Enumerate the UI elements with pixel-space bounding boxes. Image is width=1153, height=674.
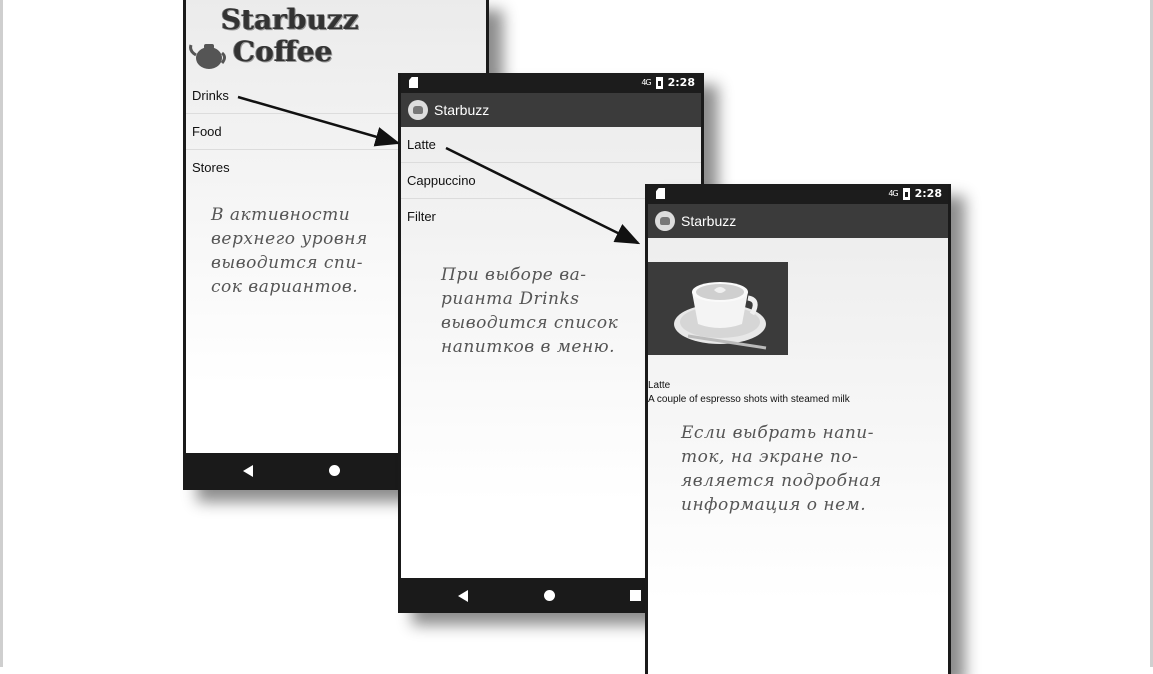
android-app-icon [408, 100, 428, 120]
home-icon[interactable] [329, 465, 340, 476]
recent-apps-icon[interactable] [630, 590, 641, 601]
app-title: Starbuzz [681, 213, 737, 229]
phone3-app-bar: Starbuzz [648, 204, 948, 238]
note-top-level: В активности верхнего уровня выводится с… [211, 205, 368, 297]
battery-icon [902, 187, 910, 200]
logo-text-starbuzz: Starbuzz [221, 3, 359, 36]
note-drink-categories: При выборе ва- рианта Drinks выводится с… [441, 265, 619, 357]
drink-description: A couple of espresso shots with steamed … [648, 394, 850, 405]
signal-icon: 4G [888, 188, 898, 198]
status-time: 2:28 [914, 187, 942, 200]
phone3-screen: 4G 2:28 Starbuzz Latte A couple of espre… [648, 184, 948, 674]
app-title: Starbuzz [434, 102, 490, 118]
back-icon[interactable] [243, 465, 253, 477]
phone-drink-detail: 4G 2:28 Starbuzz Latte A couple of espre… [645, 184, 951, 674]
phone2-app-bar: Starbuzz [401, 93, 701, 127]
home-icon[interactable] [544, 590, 555, 601]
android-app-icon [655, 211, 675, 231]
starbuzz-logo: Starbuzz Coffee [189, 3, 359, 73]
logo-text-coffee: Coffee [233, 35, 333, 68]
teapot-icon [189, 44, 226, 69]
back-icon[interactable] [458, 590, 468, 602]
note-drink-detail: Если выбрать напи- ток, на экране по- яв… [681, 423, 882, 515]
latte-photo [648, 262, 788, 355]
drink-latte[interactable]: Latte [401, 127, 701, 163]
drink-name: Latte [648, 380, 671, 391]
phone2-status-bar: 4G 2:28 [401, 73, 701, 93]
signal-icon: 4G [641, 77, 651, 87]
battery-icon [655, 76, 663, 89]
coffee-cup-icon [674, 282, 767, 350]
phone3-status-bar: 4G 2:28 [648, 184, 948, 204]
page-border-left [0, 0, 3, 667]
sd-card-icon [656, 188, 665, 199]
status-time: 2:28 [667, 76, 695, 89]
sd-card-icon [409, 77, 418, 88]
